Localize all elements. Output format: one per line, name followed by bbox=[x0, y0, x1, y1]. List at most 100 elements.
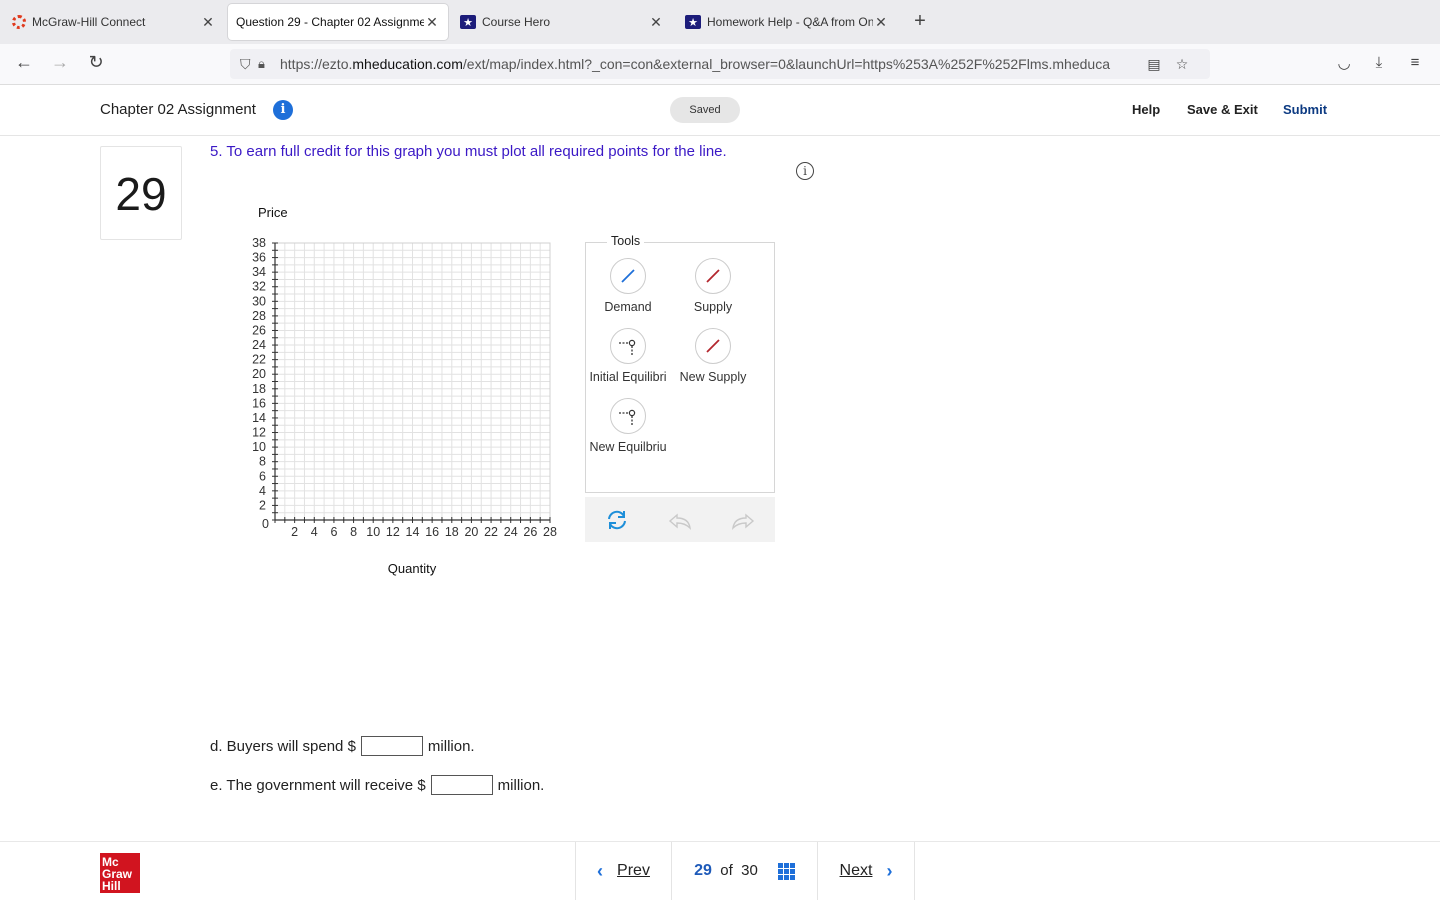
next-label: Next bbox=[839, 862, 873, 879]
y-tick-label: 6 bbox=[259, 469, 266, 483]
origin-label: 0 bbox=[262, 517, 269, 531]
reset-icon[interactable] bbox=[604, 507, 630, 533]
x-tick-label: 20 bbox=[464, 525, 478, 539]
grid-icon[interactable] bbox=[777, 862, 795, 880]
submit-button[interactable]: Submit bbox=[1283, 102, 1327, 117]
redo-icon[interactable] bbox=[730, 507, 756, 533]
y-axis-label: Price bbox=[258, 205, 288, 220]
reload-icon[interactable]: ↻ bbox=[84, 52, 108, 73]
info-icon[interactable]: i bbox=[273, 100, 293, 120]
y-tick-label: 10 bbox=[252, 440, 266, 454]
equilibrium-point-icon[interactable] bbox=[610, 328, 646, 364]
close-icon[interactable]: ✕ bbox=[648, 14, 664, 31]
question-d-suffix: million. bbox=[427, 737, 475, 755]
tool-actions-bar bbox=[585, 497, 775, 542]
y-tick-label: 20 bbox=[252, 367, 266, 381]
tab-question-29[interactable]: Question 29 - Chapter 02 Assignme ✕ bbox=[228, 4, 448, 40]
mcgraw-hill-logo: Mc Graw Hill bbox=[100, 853, 140, 893]
equilibrium-point-icon[interactable] bbox=[610, 398, 646, 434]
undo-icon[interactable] bbox=[667, 507, 693, 533]
x-tick-label: 24 bbox=[504, 525, 518, 539]
graph-grid bbox=[274, 242, 551, 521]
tab-homework-help[interactable]: ★ Homework Help - Q&A from Onl ✕ bbox=[677, 4, 897, 40]
tab-mcgraw-hill-connect[interactable]: McGraw-Hill Connect ✕ bbox=[4, 4, 224, 40]
bookmark-star-icon[interactable]: ☆ bbox=[1168, 56, 1196, 73]
y-tick-label: 38 bbox=[252, 236, 266, 250]
y-tick-label: 36 bbox=[252, 251, 266, 265]
tool-initial-equilibrium[interactable]: Initial Equilibri bbox=[583, 328, 673, 384]
connect-ring-icon bbox=[12, 15, 26, 29]
back-arrow-icon[interactable]: ← bbox=[12, 52, 36, 73]
y-tick-label: 18 bbox=[252, 382, 266, 396]
x-tick-label: 12 bbox=[386, 525, 400, 539]
demand-line-icon[interactable] bbox=[610, 258, 646, 294]
current-question: 29 bbox=[694, 862, 712, 879]
shield-icon[interactable]: ⛉ bbox=[240, 56, 258, 73]
y-tick-label: 28 bbox=[252, 309, 266, 323]
prev-label: Prev bbox=[617, 862, 650, 879]
pocket-icon[interactable]: ◡ bbox=[1333, 54, 1355, 72]
tool-demand[interactable]: Demand bbox=[583, 258, 673, 314]
y-axis-ticks: 3836343230282624222018161412108642 bbox=[252, 236, 278, 521]
tab-course-hero[interactable]: ★ Course Hero ✕ bbox=[452, 4, 672, 40]
x-tick-label: 10 bbox=[366, 525, 380, 539]
y-tick-label: 26 bbox=[252, 323, 266, 337]
x-tick-label: 26 bbox=[523, 525, 537, 539]
prev-button[interactable]: ‹ Prev bbox=[575, 842, 671, 900]
government-receive-input[interactable] bbox=[430, 775, 493, 795]
close-icon[interactable]: ✕ bbox=[200, 14, 216, 31]
chevron-right-icon: › bbox=[886, 860, 893, 881]
y-tick-label: 30 bbox=[252, 294, 266, 308]
question-d-prefix: d. Buyers will spend $ bbox=[210, 737, 356, 755]
tool-new-supply[interactable]: New Supply bbox=[668, 328, 758, 384]
assignment-title: Chapter 02 Assignment bbox=[100, 101, 256, 118]
download-icon[interactable]: ⤓ bbox=[1368, 54, 1390, 71]
info-icon[interactable]: i bbox=[796, 162, 814, 180]
question-pager: ‹ Prev 29 of 30 Next › bbox=[575, 842, 915, 900]
x-tick-label: 22 bbox=[484, 525, 498, 539]
question-number: 29 bbox=[100, 146, 182, 240]
tool-supply[interactable]: Supply bbox=[668, 258, 758, 314]
question-e: e. The government will receive $ million… bbox=[210, 775, 544, 795]
question-counter[interactable]: 29 of 30 bbox=[671, 842, 817, 900]
lock-icon[interactable]: 🔒︎ bbox=[258, 56, 280, 72]
tool-label: Initial Equilibri bbox=[589, 370, 667, 384]
forward-arrow-icon[interactable]: → bbox=[48, 52, 72, 73]
total-questions: 30 bbox=[741, 862, 758, 879]
y-tick-label: 14 bbox=[252, 411, 266, 425]
x-axis-label: Quantity bbox=[388, 561, 437, 576]
x-tick-label: 8 bbox=[350, 525, 357, 539]
y-tick-label: 2 bbox=[259, 498, 266, 512]
y-tick-label: 32 bbox=[252, 280, 266, 294]
next-button[interactable]: Next › bbox=[817, 842, 915, 900]
question-e-prefix: e. The government will receive $ bbox=[210, 776, 426, 794]
footer: Mc Graw Hill ‹ Prev 29 of 30 Next › bbox=[0, 841, 1440, 900]
saved-status-badge: Saved bbox=[670, 97, 740, 123]
supply-demand-graph[interactable]: Price 3836343230282624222018161412108642… bbox=[240, 200, 580, 590]
tool-new-equilibrium[interactable]: New Equilbriu bbox=[583, 398, 673, 454]
chevron-left-icon: ‹ bbox=[597, 860, 604, 881]
help-button[interactable]: Help bbox=[1132, 102, 1160, 117]
url-bar[interactable]: ⛉ 🔒︎ https://ezto.mheducation.com/ext/ma… bbox=[230, 49, 1210, 79]
y-tick-label: 4 bbox=[259, 484, 266, 498]
save-exit-button[interactable]: Save & Exit bbox=[1187, 102, 1258, 117]
menu-icon[interactable]: ≡ bbox=[1404, 54, 1426, 71]
close-icon[interactable]: ✕ bbox=[424, 14, 440, 31]
of-label: of bbox=[720, 862, 733, 879]
close-icon[interactable]: ✕ bbox=[873, 14, 889, 31]
x-tick-label: 4 bbox=[311, 525, 318, 539]
star-icon: ★ bbox=[460, 15, 476, 29]
buyers-spend-input[interactable] bbox=[360, 736, 423, 756]
new-tab-button[interactable]: + bbox=[910, 10, 930, 33]
tool-label: New Supply bbox=[679, 370, 747, 384]
url-text[interactable]: https://ezto.mheducation.com/ext/map/ind… bbox=[280, 56, 1140, 72]
x-tick-label: 28 bbox=[543, 525, 557, 539]
y-tick-label: 12 bbox=[252, 426, 266, 440]
reader-view-icon[interactable]: ▤ bbox=[1140, 56, 1168, 73]
tool-label: New Equilbriu bbox=[589, 440, 667, 454]
x-tick-label: 14 bbox=[406, 525, 420, 539]
x-tick-label: 6 bbox=[330, 525, 337, 539]
supply-line-icon[interactable] bbox=[695, 258, 731, 294]
new-supply-line-icon[interactable] bbox=[695, 328, 731, 364]
x-tick-label: 16 bbox=[425, 525, 439, 539]
